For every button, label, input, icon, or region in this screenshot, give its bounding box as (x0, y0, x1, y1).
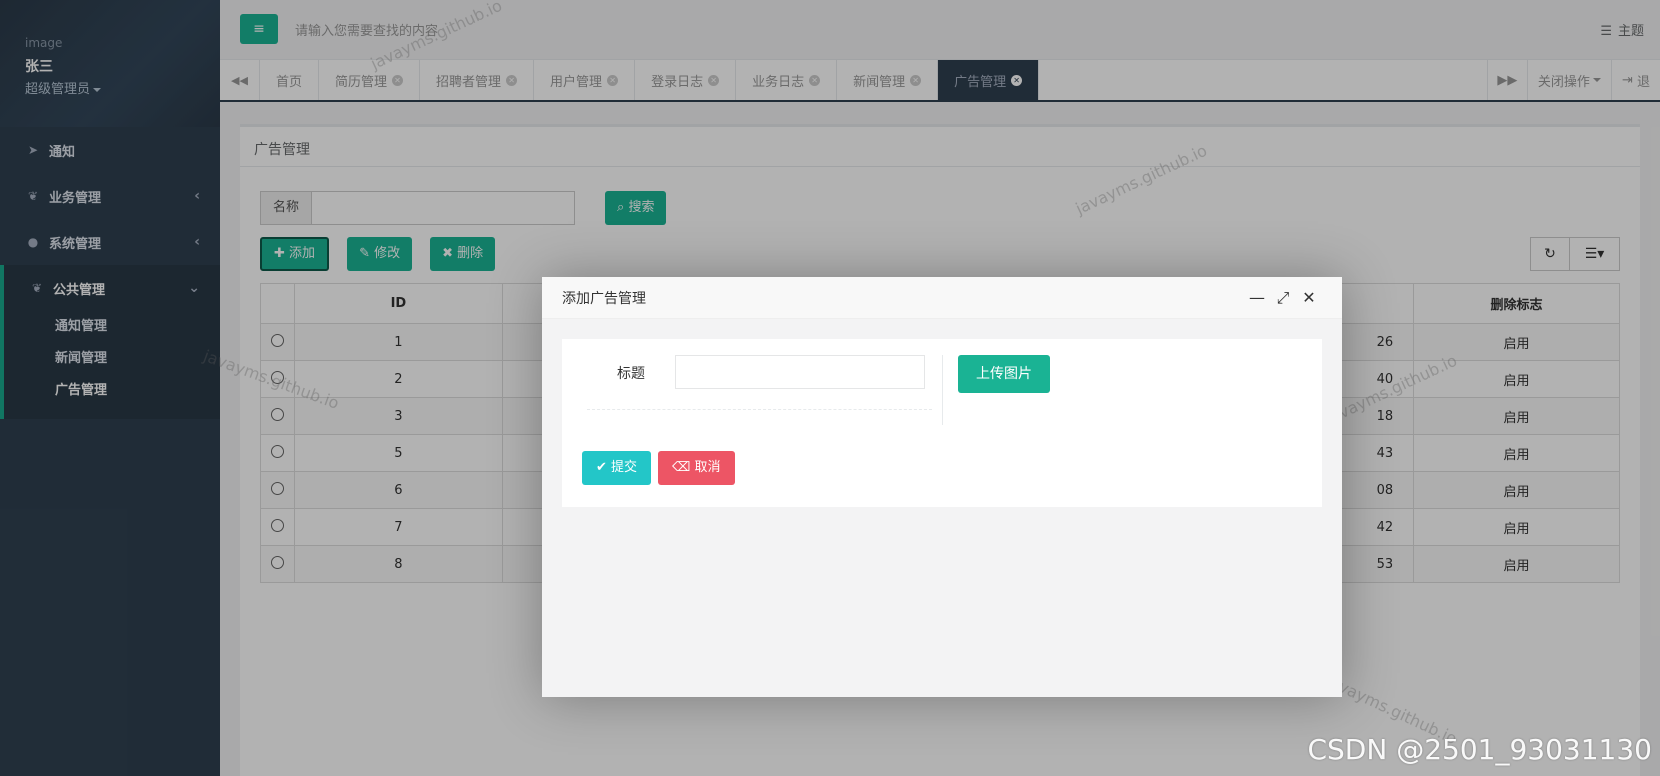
upload-image-button[interactable]: 上传图片 (958, 355, 1050, 393)
close-icon[interactable]: ✕ (1296, 288, 1322, 307)
check-icon: ✔ (596, 460, 607, 475)
submit-button-label: 提交 (611, 460, 638, 475)
dialog-form: 标题 上传图片 ✔ 提交 ⌫ 取消 (562, 339, 1322, 507)
dialog-title: 添加广告管理 (562, 290, 646, 307)
title-input[interactable] (675, 355, 925, 389)
eraser-icon: ⌫ (672, 460, 691, 475)
form-divider (587, 409, 932, 410)
add-ad-dialog: 添加广告管理 — ⤢ ✕ 标题 上传图片 ✔ 提交 ⌫ 取消 (542, 277, 1342, 697)
cancel-button-label: 取消 (694, 460, 721, 475)
form-separator (942, 355, 943, 425)
dialog-header: 添加广告管理 — ⤢ ✕ (542, 277, 1342, 319)
minimize-icon[interactable]: — (1244, 288, 1270, 307)
cancel-button[interactable]: ⌫ 取消 (658, 451, 735, 485)
title-label: 标题 (617, 366, 645, 382)
csdn-watermark: CSDN @2501_93031130 (1307, 733, 1652, 766)
submit-button[interactable]: ✔ 提交 (582, 451, 652, 485)
maximize-icon[interactable]: ⤢ (1270, 288, 1296, 308)
